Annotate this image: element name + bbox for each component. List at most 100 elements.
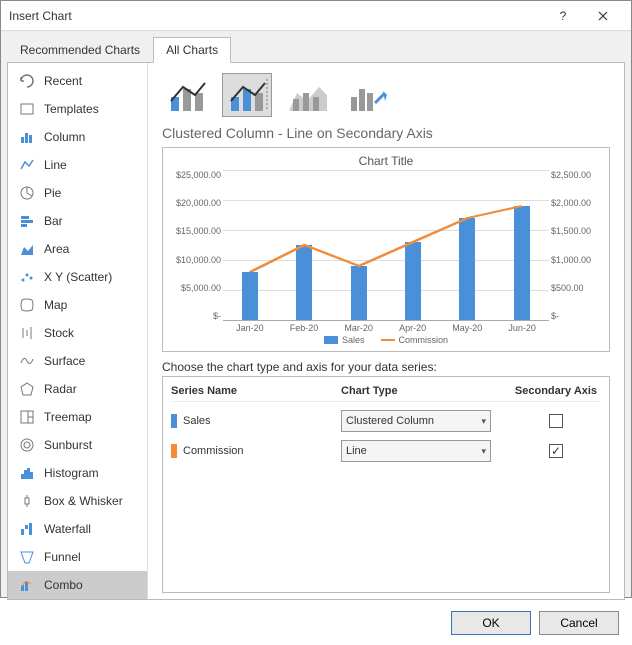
close-icon <box>598 11 608 21</box>
legend: Sales Commission <box>173 335 599 345</box>
recent-icon <box>18 72 36 90</box>
chevron-down-icon: ▾ <box>481 416 486 427</box>
stock-icon <box>18 324 36 342</box>
series-row-sales: Sales Clustered Column▾ <box>171 402 601 432</box>
combo-icon <box>18 576 36 594</box>
combo-subtype-row <box>162 73 610 117</box>
sidebar-item-templates[interactable]: Templates <box>8 95 147 123</box>
series-name: Sales <box>183 415 211 427</box>
funnel-icon <box>18 548 36 566</box>
templates-icon <box>18 100 36 118</box>
sidebar-item-recent[interactable]: Recent <box>8 67 147 95</box>
chart-title: Chart Title <box>173 154 599 168</box>
radar-icon <box>18 380 36 398</box>
main-panel: Clustered Column - Line on Secondary Axi… <box>148 63 624 599</box>
subtype-icon <box>225 75 269 115</box>
tabs: Recommended Charts All Charts <box>1 31 631 63</box>
sidebar-item-label: Funnel <box>44 550 81 564</box>
chart-type-sidebar: Recent Templates Column Line Pie Bar Are… <box>8 63 148 599</box>
sidebar-item-waterfall[interactable]: Waterfall <box>8 515 147 543</box>
line-icon <box>18 156 36 174</box>
scatter-icon <box>18 268 36 286</box>
treemap-icon <box>18 408 36 426</box>
sidebar-item-column[interactable]: Column <box>8 123 147 151</box>
sidebar-item-label: Pie <box>44 186 61 200</box>
column-series-name: Series Name <box>171 385 341 397</box>
sidebar-item-map[interactable]: Map <box>8 291 147 319</box>
subtype-custom[interactable] <box>342 73 392 117</box>
sidebar-item-label: Radar <box>44 382 77 396</box>
chevron-down-icon: ▾ <box>481 446 486 457</box>
close-button[interactable] <box>583 1 623 31</box>
secondary-axis-checkbox-sales[interactable] <box>549 414 563 428</box>
secondary-axis-checkbox-commission[interactable]: ✓ <box>549 444 563 458</box>
sidebar-item-radar[interactable]: Radar <box>8 375 147 403</box>
dialog-buttons: OK Cancel <box>1 601 631 645</box>
sidebar-item-label: Sunburst <box>44 438 92 452</box>
help-button[interactable]: ? <box>543 1 583 31</box>
sidebar-item-boxwhisker[interactable]: Box & Whisker <box>8 487 147 515</box>
ok-button[interactable]: OK <box>451 611 531 635</box>
series-config-box: Series Name Chart Type Secondary Axis Sa… <box>162 376 610 593</box>
titlebar: Insert Chart ? <box>1 1 631 31</box>
x-axis: Jan-20Feb-20Mar-20Apr-20May-20Jun-20 <box>173 321 599 333</box>
column-secondary-axis: Secondary Axis <box>511 385 601 397</box>
subtype-clustered-line[interactable] <box>162 73 212 117</box>
sidebar-item-label: Treemap <box>44 410 92 424</box>
chart-type-select-commission[interactable]: Line▾ <box>341 440 491 462</box>
plot-area <box>223 170 549 321</box>
sunburst-icon <box>18 436 36 454</box>
sidebar-item-surface[interactable]: Surface <box>8 347 147 375</box>
sidebar-item-label: Map <box>44 298 67 312</box>
sidebar-item-sunburst[interactable]: Sunburst <box>8 431 147 459</box>
tab-all-charts[interactable]: All Charts <box>153 37 231 63</box>
sidebar-item-label: Waterfall <box>44 522 91 536</box>
column-icon <box>18 128 36 146</box>
map-icon <box>18 296 36 314</box>
subtype-clustered-line-secondary[interactable] <box>222 73 272 117</box>
column-chart-type: Chart Type <box>341 385 511 397</box>
waterfall-icon <box>18 520 36 538</box>
series-swatch <box>171 444 177 458</box>
sidebar-item-line[interactable]: Line <box>8 151 147 179</box>
series-config-heading: Choose the chart type and axis for your … <box>162 360 610 374</box>
chart-type-select-sales[interactable]: Clustered Column▾ <box>341 410 491 432</box>
sidebar-item-label: Histogram <box>44 466 99 480</box>
sidebar-item-label: Combo <box>44 578 83 592</box>
sidebar-item-label: Bar <box>44 214 63 228</box>
sidebar-item-label: Box & Whisker <box>44 494 123 508</box>
subtype-icon <box>165 75 209 115</box>
sidebar-item-label: Templates <box>44 102 99 116</box>
histogram-icon <box>18 464 36 482</box>
area-icon <box>18 240 36 258</box>
subtype-heading: Clustered Column - Line on Secondary Axi… <box>162 125 610 141</box>
secondary-y-axis: $2,500.00$2,000.00$1,500.00$1,000.00$500… <box>549 170 599 321</box>
box-whisker-icon <box>18 492 36 510</box>
sidebar-item-funnel[interactable]: Funnel <box>8 543 147 571</box>
sidebar-item-scatter[interactable]: X Y (Scatter) <box>8 263 147 291</box>
sidebar-item-bar[interactable]: Bar <box>8 207 147 235</box>
sidebar-item-label: Line <box>44 158 67 172</box>
series-swatch <box>171 414 177 428</box>
tab-recommended[interactable]: Recommended Charts <box>7 37 153 63</box>
sidebar-item-area[interactable]: Area <box>8 235 147 263</box>
chart-preview: Chart Title $25,000.00$20,000.00$15,000.… <box>162 147 610 352</box>
cancel-button[interactable]: Cancel <box>539 611 619 635</box>
sidebar-item-label: Area <box>44 242 69 256</box>
bar-icon <box>18 212 36 230</box>
sidebar-item-pie[interactable]: Pie <box>8 179 147 207</box>
sidebar-item-histogram[interactable]: Histogram <box>8 459 147 487</box>
dialog-title: Insert Chart <box>9 9 543 23</box>
series-row-commission: Commission Line▾ ✓ <box>171 432 601 462</box>
subtype-stacked-area-column[interactable] <box>282 73 332 117</box>
subtype-icon <box>345 75 389 115</box>
sidebar-item-label: X Y (Scatter) <box>44 270 112 284</box>
series-name: Commission <box>183 445 244 457</box>
sidebar-item-label: Recent <box>44 74 82 88</box>
sidebar-item-label: Stock <box>44 326 74 340</box>
surface-icon <box>18 352 36 370</box>
sidebar-item-treemap[interactable]: Treemap <box>8 403 147 431</box>
sidebar-item-stock[interactable]: Stock <box>8 319 147 347</box>
sidebar-item-combo[interactable]: Combo <box>8 571 147 599</box>
subtype-icon <box>285 75 329 115</box>
